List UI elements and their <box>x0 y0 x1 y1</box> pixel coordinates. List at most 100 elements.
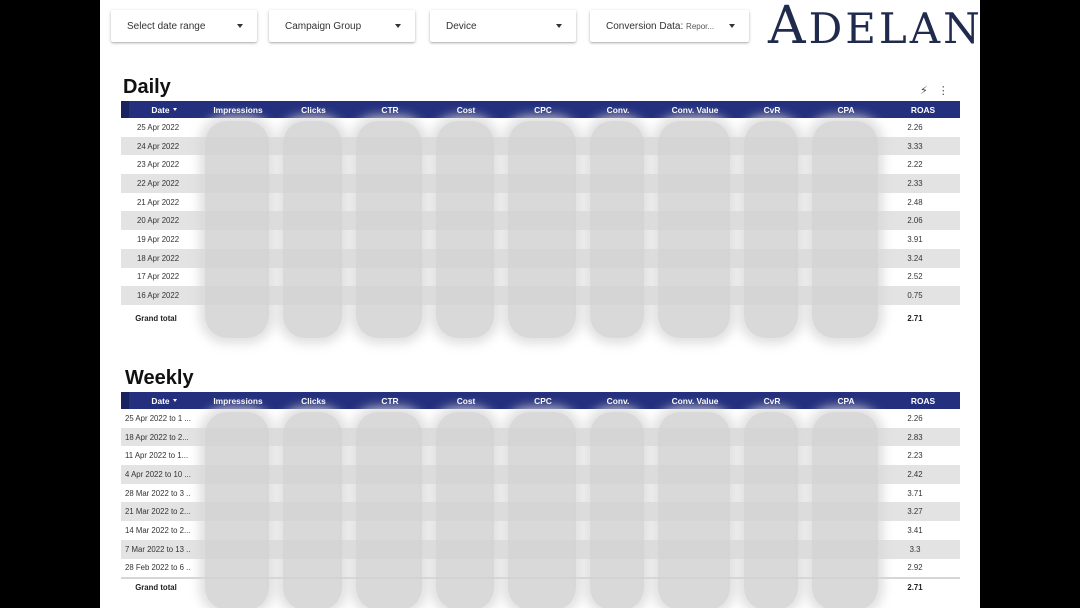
roas-cell: 3.27 <box>907 507 923 517</box>
sort-desc-icon <box>172 399 177 402</box>
column-header-conv[interactable]: Conv. <box>584 396 652 406</box>
redaction-blur <box>508 412 576 608</box>
date-cell: 18 Apr 2022 to 2... <box>125 432 189 442</box>
date-cell: 28 Mar 2022 to 3 ... <box>125 488 191 498</box>
redaction-blur <box>283 121 342 338</box>
roas-cell: 3.33 <box>907 141 923 151</box>
chevron-down-icon <box>556 24 562 28</box>
column-header-cpa[interactable]: CPA <box>806 396 886 406</box>
column-header-date[interactable]: Date <box>129 105 199 115</box>
redaction-blur <box>356 412 422 608</box>
column-header-date[interactable]: Date <box>129 396 199 406</box>
report-page: Select date range Campaign Group Device … <box>100 0 980 608</box>
campaign-group-filter-label: Campaign Group <box>285 20 362 32</box>
redaction-blur <box>508 121 576 338</box>
roas-cell: 2.22 <box>907 160 923 170</box>
column-header-cvr[interactable]: CvR <box>738 105 806 115</box>
date-cell: 24 Apr 2022 <box>137 141 180 151</box>
roas-cell: 2.26 <box>907 413 923 423</box>
conversion-data-filter-label: Conversion Data: <box>606 20 684 32</box>
column-header-conv[interactable]: Conv. <box>584 105 652 115</box>
column-header-cpc[interactable]: CPC <box>502 396 584 406</box>
redaction-blur <box>205 412 269 608</box>
date-cell: 18 Apr 2022 <box>137 253 180 263</box>
redaction-blur <box>812 121 878 338</box>
table-header: Date Impressions Clicks CTR Cost CPC Conv. Conv… <box>121 392 960 409</box>
date-cell: 11 Apr 2022 to 1... <box>125 451 189 461</box>
chevron-down-icon <box>395 24 401 28</box>
date-cell: 25 Apr 2022 to 1 ... <box>125 413 191 423</box>
redaction-blur <box>590 412 644 608</box>
grand-total-roas: 2.71 <box>907 582 923 592</box>
column-header-clicks[interactable]: Clicks <box>277 396 350 406</box>
flash-icon[interactable]: ⚡ <box>920 84 928 97</box>
column-header-cvr[interactable]: CvR <box>738 396 806 406</box>
column-header-clicks[interactable]: Clicks <box>277 105 350 115</box>
roas-cell: 2.06 <box>907 216 923 226</box>
column-header-conv-value[interactable]: Conv. Value <box>652 396 738 406</box>
roas-cell: 2.83 <box>907 432 923 442</box>
date-cell: 23 Apr 2022 <box>137 160 180 170</box>
column-header-cost[interactable]: Cost <box>430 105 502 115</box>
redaction-blur <box>283 412 342 608</box>
column-header-roas[interactable]: ROAS <box>886 396 960 406</box>
date-cell: 16 Apr 2022 <box>137 291 180 301</box>
redaction-blur <box>590 121 644 338</box>
grand-total-label: Grand total <box>135 582 177 592</box>
column-header-impressions[interactable]: Impressions <box>199 396 277 406</box>
date-cell: 21 Apr 2022 <box>137 197 180 207</box>
date-range-filter[interactable]: Select date range <box>111 10 257 42</box>
date-cell: 20 Apr 2022 <box>137 216 180 226</box>
roas-cell: 2.23 <box>907 451 923 461</box>
brand-logo: ADELANTE <box>768 0 980 56</box>
column-header-cost[interactable]: Cost <box>430 396 502 406</box>
date-cell: 25 Apr 2022 <box>137 122 180 132</box>
campaign-group-filter[interactable]: Campaign Group <box>269 10 415 42</box>
roas-cell: 2.52 <box>907 272 923 282</box>
roas-cell: 2.42 <box>907 469 923 479</box>
column-header-conv-value[interactable]: Conv. Value <box>652 105 738 115</box>
device-filter[interactable]: Device <box>430 10 576 42</box>
date-cell: 7 Mar 2022 to 13 ... <box>125 544 191 554</box>
chevron-down-icon <box>729 24 735 28</box>
sort-desc-icon <box>172 108 177 111</box>
column-header-cpc[interactable]: CPC <box>502 105 584 115</box>
redaction-blur <box>744 412 798 608</box>
redaction-blur <box>812 412 878 608</box>
conversion-data-filter[interactable]: Conversion Data: Repor... <box>590 10 749 42</box>
column-header-roas[interactable]: ROAS <box>886 105 960 115</box>
weekly-table: Date Impressions Clicks CTR Cost CPC Conv. Conv… <box>121 392 960 608</box>
date-cell: 21 Mar 2022 to 2... <box>125 507 191 517</box>
column-header-ctr[interactable]: CTR <box>350 105 430 115</box>
roas-cell: 3.41 <box>907 525 923 535</box>
date-range-filter-label: Select date range <box>127 20 206 32</box>
daily-table: Date Impressions Clicks CTR Cost CPC Conv. Conv… <box>121 101 960 338</box>
grand-total-roas: 2.71 <box>907 314 923 324</box>
date-cell: 28 Feb 2022 to 6 ... <box>125 563 191 573</box>
redaction-blur <box>744 121 798 338</box>
roas-cell: 2.48 <box>907 197 923 207</box>
roas-cell: 2.26 <box>907 122 923 132</box>
redaction-blur <box>356 121 422 338</box>
column-header-impressions[interactable]: Impressions <box>199 105 277 115</box>
roas-cell: 2.33 <box>907 178 923 188</box>
more-vert-icon[interactable]: ⋮ <box>938 84 949 97</box>
grand-total-label: Grand total <box>135 314 177 324</box>
column-header-cpa[interactable]: CPA <box>806 105 886 115</box>
date-cell: 14 Mar 2022 to 2... <box>125 525 191 535</box>
redaction-blur <box>436 121 494 338</box>
roas-cell: 3.24 <box>907 253 923 263</box>
date-cell: 4 Apr 2022 to 10 ... <box>125 469 191 479</box>
date-cell: 19 Apr 2022 <box>137 234 180 244</box>
table-header: Date Impressions Clicks CTR Cost CPC Conv. Conv… <box>121 101 960 118</box>
daily-title: Daily <box>123 76 171 98</box>
redaction-blur <box>658 412 730 608</box>
column-header-ctr[interactable]: CTR <box>350 396 430 406</box>
date-cell: 17 Apr 2022 <box>137 272 180 282</box>
roas-cell: 2.92 <box>907 563 923 573</box>
roas-cell: 3.3 <box>909 544 921 554</box>
roas-cell: 3.91 <box>907 234 923 244</box>
roas-cell: 3.71 <box>907 488 923 498</box>
redaction-blur <box>658 121 730 338</box>
conversion-data-filter-value: Repor... <box>686 21 715 31</box>
